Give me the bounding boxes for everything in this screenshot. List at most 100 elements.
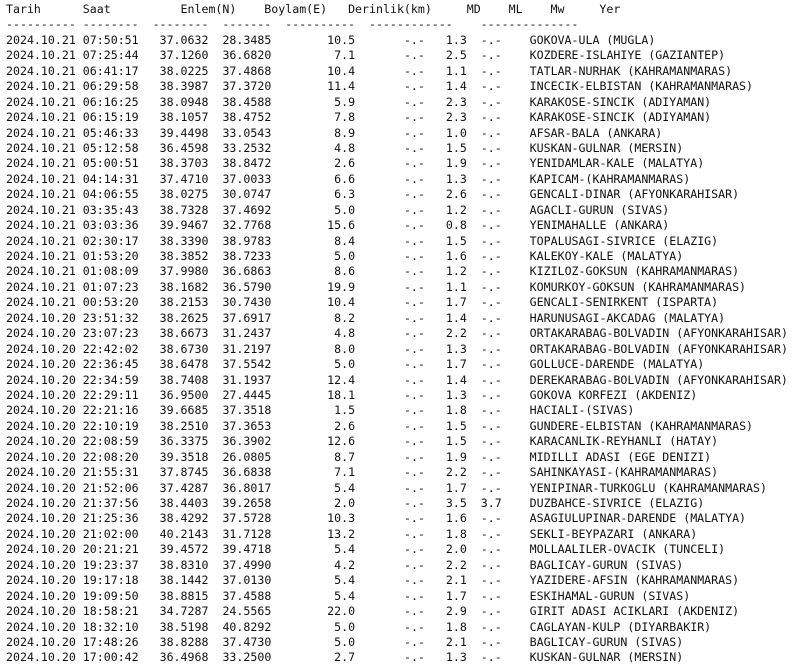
- cell-mw: -.-: [480, 279, 502, 294]
- cell-place: AFSAR-BALA (ANKARA): [529, 125, 663, 140]
- cell-time: 22:29:11: [82, 387, 139, 402]
- cell-longitude: 38.7233: [222, 249, 272, 263]
- cell-date: 2024.10.21: [6, 110, 76, 125]
- cell-date: 2024.10.21: [6, 79, 76, 94]
- cell-longitude: 39.4718: [222, 542, 272, 557]
- header-latitude: Enlem(N): [180, 2, 237, 16]
- cell-time: 21:52:06: [82, 480, 139, 495]
- cell-depth: 8.6: [334, 264, 356, 279]
- cell-date: 2024.10.21: [6, 218, 76, 233]
- cell-depth: 2.0: [334, 496, 356, 510]
- cell-latitude: 38.3852: [159, 249, 209, 263]
- cell-longitude: 37.6917: [222, 310, 272, 325]
- cell-place: KOZDERE-ISLAHIYE (GAZIANTEP): [529, 48, 726, 63]
- cell-time: 06:29:58: [82, 79, 139, 94]
- cell-mw: -.-: [480, 79, 502, 94]
- cell-ml: 1.5: [445, 140, 467, 155]
- cell-mw: -.-: [480, 202, 502, 217]
- cell-md: -.-: [403, 125, 425, 140]
- cell-depth: 5.4: [334, 588, 356, 603]
- cell-ml: 1.0: [445, 125, 467, 140]
- cell-mw: -.-: [480, 634, 502, 649]
- cell-place: HACIALI-(SIVAS): [529, 403, 635, 418]
- table-row: 2024.10.20 19:17:18 38.1442 37.0130 5.4 …: [6, 573, 800, 588]
- cell-place: KARACANLIK-REYHANLI (HATAY): [529, 434, 719, 449]
- cell-place: AGACLI-GURUN (SIVAS): [529, 202, 670, 217]
- cell-date: 2024.10.20: [6, 573, 76, 588]
- cell-place: KIZILOZ-GOKSUN (KAHRAMANMARAS): [529, 264, 740, 279]
- cell-ml: 1.7: [445, 295, 467, 310]
- cell-depth: 6.6: [334, 171, 356, 186]
- cell-mw: -.-: [480, 125, 502, 140]
- cell-depth: 10.4: [327, 63, 356, 78]
- cell-time: 19:23:37: [82, 557, 139, 572]
- cell-depth: 12.4: [327, 372, 356, 387]
- cell-date: 2024.10.20: [6, 434, 76, 449]
- cell-latitude: 36.3375: [159, 434, 209, 449]
- cell-longitude: 37.5542: [222, 357, 272, 372]
- cell-longitude: 33.0543: [222, 125, 272, 140]
- cell-place: ORTAKARABAG-BOLVADIN (AFYONKARAHISAR): [529, 341, 788, 356]
- cell-md: -.-: [403, 573, 425, 588]
- cell-ml: 1.1: [445, 63, 467, 78]
- table-row: 2024.10.20 19:09:50 38.8815 37.4588 5.4 …: [6, 589, 800, 604]
- cell-ml: 2.0: [445, 542, 467, 557]
- cell-date: 2024.10.20: [6, 449, 76, 464]
- cell-mw: -.-: [480, 449, 502, 464]
- cell-place: INCECIK-ELBISTAN (KAHRAMANMARAS): [529, 79, 754, 94]
- table-row: 2024.10.21 07:25:44 37.1260 36.6820 7.1 …: [6, 48, 800, 63]
- cell-ml: 1.8: [445, 526, 467, 541]
- table-row: 2024.10.21 05:00:51 38.3703 38.8472 2.6 …: [6, 156, 800, 171]
- cell-latitude: 38.4403: [159, 496, 209, 510]
- cell-latitude: 38.4292: [159, 511, 209, 526]
- cell-longitude: 38.4588: [222, 94, 272, 109]
- cell-longitude: 36.3902: [222, 434, 272, 449]
- cell-place: GENCALI-DINAR (AFYONKARAHISAR): [529, 187, 740, 202]
- cell-place: DEREKARABAG-BOLVADIN (AFYONKARAHISAR): [529, 372, 788, 387]
- cell-ml: 1.5: [445, 418, 467, 433]
- cell-latitude: 34.7287: [159, 604, 209, 619]
- cell-longitude: 37.4868: [222, 63, 272, 78]
- cell-place: YAZIDERE-AFSIN (KAHRAMANMARAS): [529, 573, 740, 588]
- cell-latitude: 38.2625: [159, 310, 209, 325]
- cell-date: 2024.10.20: [6, 418, 76, 433]
- cell-ml: 2.5: [445, 48, 467, 63]
- cell-latitude: 38.7408: [159, 372, 209, 387]
- cell-depth: 4.8: [334, 326, 356, 341]
- cell-md: -.-: [403, 449, 425, 464]
- table-row: 2024.10.21 06:15:19 38.1057 38.4752 7.8 …: [6, 110, 800, 125]
- cell-place: KUSKAN-GULNAR (MERSIN): [529, 140, 684, 155]
- cell-time: 22:08:20: [82, 449, 139, 464]
- table-row: 2024.10.20 21:02:00 40.2143 31.7128 13.2…: [6, 527, 800, 542]
- cell-md: -.-: [403, 264, 425, 279]
- cell-md: -.-: [403, 295, 425, 310]
- cell-time: 00:53:20: [82, 295, 139, 310]
- cell-longitude: 36.8017: [222, 480, 272, 495]
- cell-place: ORTAKARABAG-BOLVADIN (AFYONKARAHISAR): [529, 326, 788, 341]
- cell-mw: -.-: [480, 357, 502, 372]
- cell-place: GOKOVA-ULA (MUGLA): [529, 32, 656, 47]
- cell-depth: 11.4: [327, 79, 356, 94]
- cell-date: 2024.10.21: [6, 125, 76, 140]
- cell-depth: 5.9: [334, 94, 356, 109]
- table-row: 2024.10.20 21:55:31 37.8745 36.6838 7.1 …: [6, 465, 800, 480]
- cell-depth: 5.4: [334, 480, 356, 495]
- cell-place: KUSKAN-GULNAR (MERSIN): [529, 650, 684, 665]
- table-row: 2024.10.21 03:35:43 38.7328 37.4692 5.0 …: [6, 203, 800, 218]
- cell-ml: 1.5: [445, 434, 467, 449]
- cell-place: YENIDAMLAR-KALE (MALATYA): [529, 156, 705, 171]
- cell-md: -.-: [403, 233, 425, 248]
- cell-latitude: 40.2143: [159, 526, 209, 541]
- cell-longitude: 36.5790: [222, 279, 272, 294]
- cell-mw: -.-: [480, 140, 502, 155]
- cell-time: 22:36:45: [82, 357, 139, 372]
- cell-latitude: 37.9980: [159, 264, 209, 279]
- cell-latitude: 39.4572: [159, 542, 209, 557]
- cell-depth: 7.8: [334, 110, 356, 125]
- cell-place: GENCALI-SENIRKENT (ISPARTA): [529, 295, 719, 310]
- cell-place: HARUNUSAGI-AKCADAG (MALATYA): [529, 310, 726, 325]
- cell-date: 2024.10.21: [6, 48, 76, 63]
- cell-longitude: 31.2437: [222, 326, 272, 341]
- cell-ml: 2.1: [445, 573, 467, 588]
- cell-depth: 8.0: [334, 341, 356, 356]
